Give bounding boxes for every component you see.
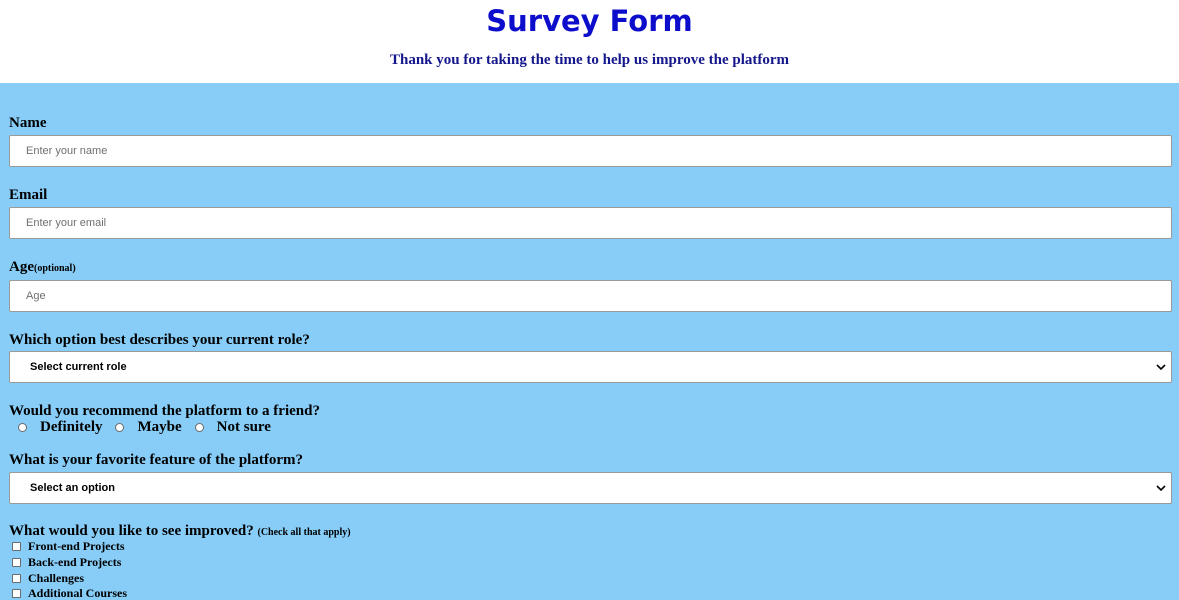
radio-option-not-sure[interactable]: Not sure bbox=[194, 418, 271, 436]
page-description: Thank you for taking the time to help us… bbox=[389, 52, 790, 68]
role-select[interactable]: Select current role bbox=[9, 351, 1172, 383]
radio-button[interactable] bbox=[194, 422, 204, 432]
checkbox-option-back-end[interactable]: Back-end Projects bbox=[12, 555, 127, 571]
checkbox-label: Back-end Projects bbox=[28, 555, 122, 570]
chevron-down-icon bbox=[1156, 364, 1166, 371]
radio-option-maybe[interactable]: Maybe bbox=[115, 418, 182, 436]
radio-option-definitely[interactable]: Definitely bbox=[18, 419, 102, 436]
page-title: Survey Form bbox=[486, 4, 693, 38]
feature-select-value: Select an option bbox=[30, 482, 115, 494]
email-label: Email bbox=[9, 187, 48, 203]
checkbox-label: Challenges bbox=[28, 570, 85, 585]
improve-label-note: (Check all that apply) bbox=[257, 527, 351, 538]
radio-button[interactable] bbox=[18, 422, 27, 432]
radio-label: Not sure bbox=[216, 418, 271, 435]
age-label: Age(optional) bbox=[9, 258, 76, 278]
role-label: Which option best describes your current… bbox=[9, 332, 310, 348]
feature-select[interactable]: Select an option bbox=[9, 472, 1172, 504]
age-label-text: Age bbox=[9, 259, 34, 275]
feature-label: What is your favorite feature of the pla… bbox=[9, 452, 303, 468]
checkbox[interactable] bbox=[12, 558, 21, 568]
chevron-down-icon bbox=[1156, 485, 1166, 492]
checkbox[interactable] bbox=[12, 573, 21, 583]
radio-button[interactable] bbox=[115, 422, 125, 432]
improve-checkbox-group: Front-end Projects Back-end Projects Cha… bbox=[12, 539, 127, 600]
name-input[interactable] bbox=[9, 135, 1172, 167]
checkbox-option-additional-courses[interactable]: Additional Courses bbox=[12, 586, 127, 600]
role-select-value: Select current role bbox=[30, 361, 127, 373]
recommend-radio-group: Definitely Maybe Not sure bbox=[18, 418, 284, 436]
checkbox-option-front-end[interactable]: Front-end Projects bbox=[12, 539, 127, 555]
checkbox-option-challenges[interactable]: Challenges bbox=[12, 570, 127, 586]
radio-label: Maybe bbox=[137, 418, 182, 435]
checkbox-label: Additional Courses bbox=[28, 586, 128, 600]
checkbox[interactable] bbox=[12, 589, 21, 599]
email-input[interactable] bbox=[9, 207, 1172, 239]
age-input[interactable] bbox=[9, 280, 1172, 312]
improve-label-text: What would you like to see improved? bbox=[9, 523, 254, 539]
checkbox-label: Front-end Projects bbox=[28, 539, 125, 554]
age-optional-note: (optional) bbox=[34, 263, 76, 274]
name-label: Name bbox=[9, 115, 47, 131]
checkbox[interactable] bbox=[12, 542, 21, 552]
radio-label: Definitely bbox=[40, 418, 103, 435]
header: Survey Form Thank you for taking the tim… bbox=[0, 0, 1179, 83]
